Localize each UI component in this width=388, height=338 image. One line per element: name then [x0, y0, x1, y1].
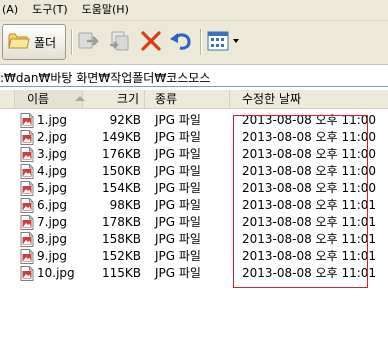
- jpg-file-icon: [20, 266, 34, 281]
- folder-icon: [8, 31, 30, 54]
- file-modified-date: 2013-08-08 오후 11:00: [242, 164, 377, 178]
- jpg-file-icon: [20, 249, 34, 264]
- file-rows: 1.jpg 92KB JPG 파일 2013-08-08 오후 11:00 2.…: [0, 112, 388, 282]
- file-type: JPG 파일: [155, 130, 201, 144]
- file-row[interactable]: 1.jpg 92KB JPG 파일 2013-08-08 오후 11:00: [0, 112, 388, 129]
- address-path[interactable]: :₩dan₩바탕 화면₩작업폴더₩코스모스: [0, 69, 210, 86]
- column-header-type[interactable]: 종류: [145, 90, 230, 108]
- address-bar[interactable]: :₩dan₩바탕 화면₩작업폴더₩코스모스: [0, 65, 388, 87]
- file-name: 9.jpg: [37, 249, 68, 263]
- file-row[interactable]: 8.jpg 158KB JPG 파일 2013-08-08 오후 11:01: [0, 231, 388, 248]
- folders-button-label: 폴더: [34, 35, 57, 50]
- copy-to-icon: [108, 30, 132, 55]
- file-name: 7.jpg: [37, 215, 68, 229]
- file-name: 1.jpg: [37, 113, 68, 127]
- list-header: 이름 크기 종류 수정한 날짜: [0, 90, 388, 109]
- file-row[interactable]: 10.jpg 115KB JPG 파일 2013-08-08 오후 11:01: [0, 265, 388, 282]
- jpg-file-icon: [20, 232, 34, 247]
- file-row[interactable]: 7.jpg 178KB JPG 파일 2013-08-08 오후 11:01: [0, 214, 388, 231]
- column-header-size-label: 크기: [116, 92, 139, 106]
- jpg-file-icon: [20, 198, 34, 213]
- file-size: 152KB: [101, 249, 141, 263]
- file-size: 176KB: [101, 147, 141, 161]
- jpg-file-icon: [20, 113, 34, 128]
- menu-bar: (A) 도구(T) 도움말(H): [0, 0, 388, 21]
- file-size: 158KB: [101, 232, 141, 246]
- file-row[interactable]: 4.jpg 150KB JPG 파일 2013-08-08 오후 11:00: [0, 163, 388, 180]
- undo-button[interactable]: [168, 29, 194, 55]
- toolbar-separator: [200, 29, 202, 55]
- folders-button[interactable]: 폴더: [2, 24, 66, 60]
- file-modified-date: 2013-08-08 오후 11:01: [242, 266, 377, 280]
- file-modified-date: 2013-08-08 오후 11:00: [242, 113, 377, 127]
- column-header-type-label: 종류: [155, 92, 178, 106]
- file-name: 8.jpg: [37, 232, 68, 246]
- file-modified-date: 2013-08-08 오후 11:00: [242, 130, 377, 144]
- file-size: 178KB: [101, 215, 141, 229]
- file-modified-date: 2013-08-08 오후 11:01: [242, 215, 377, 229]
- file-size: 150KB: [101, 164, 141, 178]
- delete-icon: [140, 30, 162, 55]
- file-row[interactable]: 9.jpg 152KB JPG 파일 2013-08-08 오후 11:01: [0, 248, 388, 265]
- file-modified-date: 2013-08-08 오후 11:01: [242, 249, 377, 263]
- file-type: JPG 파일: [155, 215, 201, 229]
- views-icon: [206, 30, 242, 55]
- file-type: JPG 파일: [155, 181, 201, 195]
- file-modified-date: 2013-08-08 오후 11:01: [242, 232, 377, 246]
- column-header-name-label: 이름: [27, 92, 50, 106]
- file-row[interactable]: 3.jpg 176KB JPG 파일 2013-08-08 오후 11:00: [0, 146, 388, 163]
- file-name: 6.jpg: [37, 198, 68, 212]
- move-to-button[interactable]: [76, 29, 102, 55]
- delete-button[interactable]: [138, 29, 164, 55]
- file-name: 4.jpg: [37, 164, 68, 178]
- file-size: 154KB: [101, 181, 141, 195]
- file-row[interactable]: 5.jpg 154KB JPG 파일 2013-08-08 오후 11:00: [0, 180, 388, 197]
- file-type: JPG 파일: [155, 164, 201, 178]
- header-spacer: [0, 90, 15, 108]
- file-name: 10.jpg: [37, 266, 75, 280]
- file-type: JPG 파일: [155, 147, 201, 161]
- menu-item-tools[interactable]: 도구(T): [25, 0, 75, 20]
- views-button[interactable]: [205, 29, 243, 55]
- toolbar: 폴더: [0, 21, 388, 65]
- jpg-file-icon: [20, 130, 34, 145]
- file-modified-date: 2013-08-08 오후 11:00: [242, 147, 377, 161]
- file-type: JPG 파일: [155, 232, 201, 246]
- jpg-file-icon: [20, 147, 34, 162]
- file-size: 98KB: [109, 198, 141, 212]
- toolbar-separator: [71, 29, 73, 55]
- file-name: 2.jpg: [37, 130, 68, 144]
- jpg-file-icon: [20, 215, 34, 230]
- file-size: 149KB: [101, 130, 141, 144]
- copy-to-button[interactable]: [107, 29, 133, 55]
- file-type: JPG 파일: [155, 113, 201, 127]
- column-header-name[interactable]: 이름: [15, 90, 85, 108]
- file-list: 이름 크기 종류 수정한 날짜 1.jpg 92KB JPG 파일 2013-0…: [0, 87, 388, 338]
- file-name: 5.jpg: [37, 181, 68, 195]
- menu-item-partial[interactable]: (A): [0, 0, 25, 20]
- file-type: JPG 파일: [155, 266, 201, 280]
- file-row[interactable]: 6.jpg 98KB JPG 파일 2013-08-08 오후 11:01: [0, 197, 388, 214]
- undo-icon: [169, 30, 193, 55]
- menu-item-help[interactable]: 도움말(H): [75, 0, 136, 20]
- jpg-file-icon: [20, 181, 34, 196]
- move-to-icon: [77, 30, 101, 55]
- file-name: 3.jpg: [37, 147, 68, 161]
- file-type: JPG 파일: [155, 249, 201, 263]
- file-row[interactable]: 2.jpg 149KB JPG 파일 2013-08-08 오후 11:00: [0, 129, 388, 146]
- file-modified-date: 2013-08-08 오후 11:01: [242, 198, 377, 212]
- file-modified-date: 2013-08-08 오후 11:00: [242, 181, 377, 195]
- file-type: JPG 파일: [155, 198, 201, 212]
- column-header-date[interactable]: 수정한 날짜: [230, 90, 388, 108]
- file-size: 115KB: [101, 266, 141, 280]
- file-size: 92KB: [109, 113, 141, 127]
- column-header-size[interactable]: 크기: [83, 90, 145, 108]
- column-header-date-label: 수정한 날짜: [242, 92, 302, 106]
- jpg-file-icon: [20, 164, 34, 179]
